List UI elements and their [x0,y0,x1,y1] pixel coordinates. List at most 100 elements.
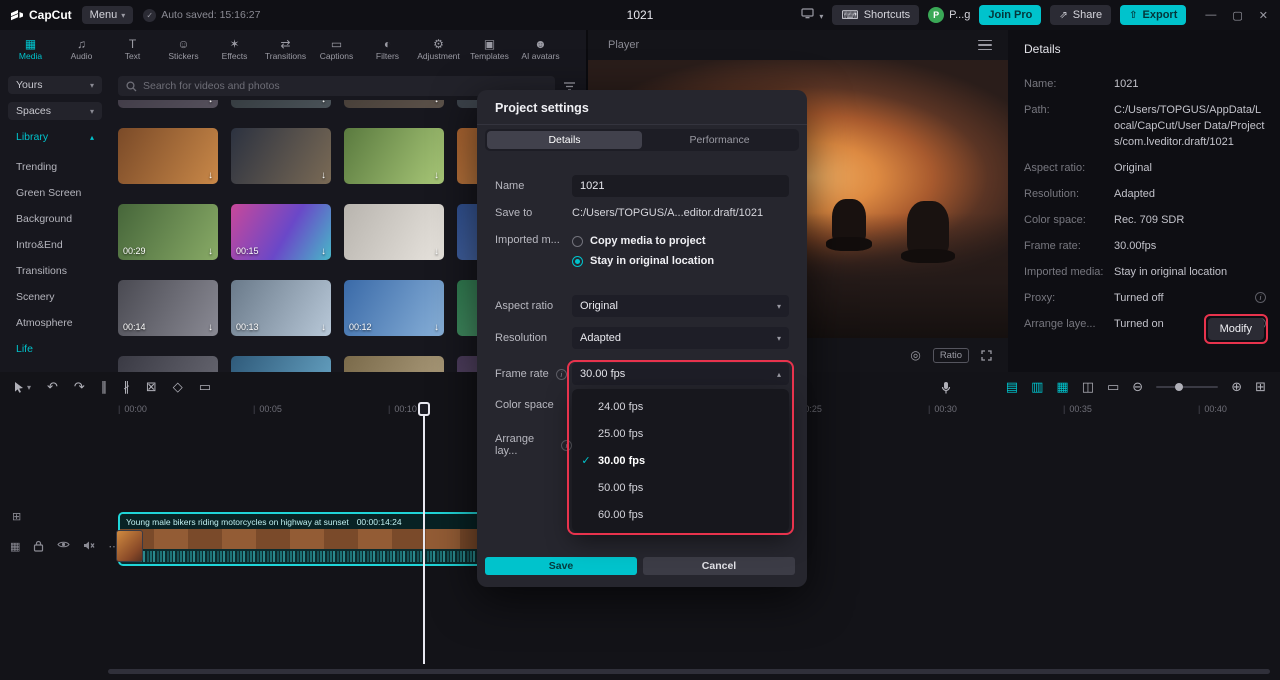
imported-media-radio[interactable]: Stay in original location [572,251,789,271]
framerate-option[interactable]: ✓ 30.00 fps [572,447,789,474]
zoom-out-button[interactable]: ⊖ [1132,379,1143,395]
aspect-ratio-select[interactable]: Original ▾ [572,295,789,317]
media-tab[interactable]: ◐ Filters [363,33,412,66]
sidebar-group-library[interactable]: Library ▴ [8,128,102,146]
resolution-select[interactable]: Adapted ▾ [572,327,789,349]
track-layout-c-button[interactable]: ▦ [1056,379,1068,395]
media-thumbnail[interactable]: 00:15 ↓ [231,204,331,260]
media-tab[interactable]: ✶ Effects [210,33,259,66]
track-layout-b-button[interactable]: ▥ [1031,379,1043,395]
sidebar-category[interactable]: Life [8,336,102,362]
project-name-input[interactable] [572,175,789,197]
sidebar-category[interactable]: Scenery [8,284,102,310]
modify-button[interactable]: Modify [1208,318,1264,340]
download-icon[interactable]: ↓ [321,100,326,105]
media-tab[interactable]: ▦ Media [6,33,55,66]
clip-cover-thumbnail[interactable] [116,530,143,562]
download-icon[interactable]: ↓ [321,246,326,257]
download-icon[interactable]: ↓ [208,100,213,105]
media-thumbnail[interactable]: 00:12 ↓ [344,356,444,372]
playhead-handle[interactable] [418,402,430,416]
media-thumbnail[interactable]: 00:13 ↓ [231,280,331,336]
download-icon[interactable]: ↓ [434,246,439,257]
join-pro-button[interactable]: Join Pro [979,5,1041,25]
mic-icon[interactable] [941,381,951,394]
ratio-button[interactable]: Ratio [933,348,969,363]
download-icon[interactable]: ↓ [208,246,213,257]
download-icon[interactable]: ↓ [434,322,439,333]
download-icon[interactable]: ↓ [434,100,439,105]
media-tab[interactable]: ⚙ Adjustment [414,33,463,66]
media-tab[interactable]: ☻ AI avatars [516,33,565,66]
video-clip[interactable]: Young male bikers riding motorcycles on … [118,512,530,566]
sidebar-category[interactable]: Transitions [8,258,102,284]
sidebar-group-spaces[interactable]: Spaces ▾ [8,102,102,120]
media-thumbnail[interactable]: ↓ [231,100,331,108]
save-button[interactable]: Save [485,557,637,575]
sidebar-category[interactable]: Atmosphere [8,310,102,336]
media-thumbnail[interactable]: ↓ [344,204,444,260]
download-icon[interactable]: ↓ [434,170,439,181]
dialog-tab[interactable]: Performance [642,131,797,149]
sidebar-category[interactable]: Trending [8,154,102,180]
media-tab[interactable]: T Text [108,33,157,66]
media-tab[interactable]: ☺ Stickers [159,33,208,66]
export-button[interactable]: ⇧ Export [1120,5,1186,25]
sidebar-category[interactable]: Intro&End [8,232,102,258]
sidebar-group-yours[interactable]: Yours ▾ [8,76,102,94]
fullscreen-icon[interactable] [981,350,992,361]
close-button[interactable]: ✕ [1259,9,1268,22]
media-tab[interactable]: ▣ Templates [465,33,514,66]
account-name[interactable]: P...g [949,9,970,21]
screen-record-button[interactable]: ▭ [199,379,211,395]
framerate-option[interactable]: ✓ 24.00 fps [572,393,789,420]
imported-media-radio[interactable]: Copy media to project [572,231,789,251]
minimize-button[interactable]: — [1205,9,1216,22]
zoom-slider-handle[interactable] [1175,383,1183,391]
download-icon[interactable]: ↓ [208,322,213,333]
media-tab[interactable]: ▭ Captions [312,33,361,66]
media-thumbnail[interactable]: 00:29 ↓ [118,204,218,260]
select-tool-button[interactable]: ▾ [14,381,31,393]
mute-speaker-icon[interactable] [83,540,95,551]
timeline-scrollbar[interactable] [108,669,1270,674]
player-menu-icon[interactable] [978,40,992,51]
media-thumbnail[interactable]: ↓ [118,128,218,184]
fit-timeline-button[interactable]: ⊞ [1255,379,1266,395]
framerate-option[interactable]: ✓ 60.00 fps [572,501,789,528]
preview-axis-button[interactable]: ▭ [1107,379,1119,395]
mask-button[interactable]: ◇ [173,379,183,395]
track-layout-a-button[interactable]: ▤ [1006,379,1018,395]
media-thumbnail[interactable]: ↓ [344,100,444,108]
download-icon[interactable]: ↓ [208,170,213,181]
delete-button[interactable]: ⊠ [146,379,157,395]
media-tab[interactable]: ♫ Audio [57,33,106,66]
media-thumbnail[interactable]: ↓ [344,128,444,184]
cancel-button[interactable]: Cancel [643,557,795,575]
media-thumbnail[interactable]: 00:12 ↓ [344,280,444,336]
media-thumbnail[interactable]: 00:14 ↓ [118,280,218,336]
info-icon[interactable]: i [556,369,567,380]
timeline-zoom-slider[interactable] [1156,386,1218,388]
share-button[interactable]: ⇗ Share [1050,5,1111,25]
avatar[interactable]: P [928,7,944,23]
framerate-option[interactable]: ✓ 25.00 fps [572,420,789,447]
frame-rate-select[interactable]: 30.00 fps ▴ [572,363,789,385]
maximize-button[interactable]: ▢ [1232,9,1242,22]
media-thumbnail[interactable]: ↓ [231,128,331,184]
add-track-icon[interactable]: ⊞ [12,510,21,523]
info-icon[interactable]: i [561,440,572,451]
eye-icon[interactable] [57,540,70,549]
sidebar-category[interactable]: Green Screen [8,180,102,206]
shortcuts-button[interactable]: ⌨ Shortcuts [832,5,919,25]
download-icon[interactable]: ↓ [321,170,326,181]
redo-button[interactable]: ↷ [74,379,85,395]
media-tab[interactable]: ⇄ Transitions [261,33,310,66]
menu-button[interactable]: Menu ▾ [82,6,134,24]
snap-toggle-button[interactable]: ◫ [1082,379,1094,395]
split-button[interactable]: ∥ [101,379,108,395]
sidebar-category[interactable]: Background [8,206,102,232]
media-thumbnail[interactable]: 00:18 ↓ [118,356,218,372]
media-thumbnail[interactable]: ↓ [118,100,218,108]
preview-focus-icon[interactable]: ◎ [910,348,920,362]
